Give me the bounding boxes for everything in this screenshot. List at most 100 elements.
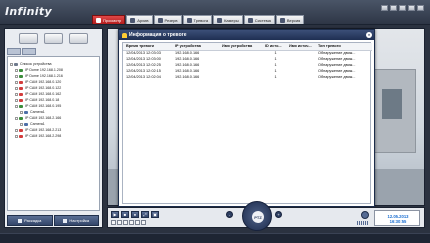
clock-time: 16:30:55	[389, 219, 407, 224]
alarm-row[interactable]: 12/04/2013 12:02:04 192.168.0.166 1 Обнаруж…	[123, 74, 372, 80]
maximize-icon[interactable]	[408, 5, 415, 11]
playback-controls: ▶ ■ ● ⤢ ▣ - + PTZ 12.05.2013 16:30:55	[107, 201, 425, 231]
favorite-button[interactable]	[69, 33, 88, 44]
layout-4-icon[interactable]	[117, 220, 122, 225]
tab-backup[interactable]: Резерв	[153, 15, 182, 24]
tab-alarm[interactable]: Тревога	[182, 15, 213, 24]
layout-16-icon[interactable]	[129, 220, 134, 225]
panel-tab-devices[interactable]	[7, 48, 21, 55]
zoom-in-icon[interactable]: +	[275, 211, 282, 218]
expand-toggle-icon[interactable]	[20, 110, 23, 114]
volume-slider[interactable]	[357, 221, 369, 225]
fullscreen-button[interactable]: ⤢	[141, 211, 149, 218]
panel-tabs	[7, 48, 37, 55]
alarm-bell-icon	[122, 32, 127, 38]
dialog-title: Информация о тревоге	[129, 32, 187, 38]
device-panel: Список устройства IP Dome 192.168.1.208 IP…	[4, 28, 103, 228]
ptz-label[interactable]: PTZ	[252, 211, 264, 223]
expand-toggle-icon[interactable]	[15, 134, 18, 138]
column-header[interactable]: Тип тревоги	[315, 43, 372, 51]
dialog-close-icon[interactable]: ×	[366, 32, 372, 38]
settings-button-label: Настройка	[69, 218, 90, 223]
settings-icon[interactable]	[390, 5, 397, 11]
play-button[interactable]: ▶	[111, 211, 119, 218]
layout-25-icon[interactable]	[135, 220, 140, 225]
device-list-button[interactable]	[19, 33, 38, 44]
info-icon	[279, 17, 285, 23]
camera-feed-object	[382, 89, 402, 119]
status-bar	[0, 233, 430, 243]
expand-toggle-icon[interactable]	[15, 128, 18, 132]
panel-footer: Раскадка Настройка	[7, 215, 100, 226]
layout-36-icon[interactable]	[141, 220, 146, 225]
column-header[interactable]: Время тревоги	[123, 43, 172, 51]
tree-item-label: IP CAM 192.168.2.298	[25, 134, 62, 138]
alarm-cell	[219, 74, 262, 80]
alarm-cell: Обнаружение движ...	[318, 75, 356, 79]
column-header[interactable]: ID исто...	[262, 43, 286, 51]
layout-button[interactable]: Раскадка	[7, 215, 53, 226]
monitor-icon	[96, 17, 101, 23]
tab-live-view[interactable]: Просмотр	[92, 15, 126, 24]
expand-toggle-icon[interactable]	[15, 104, 18, 108]
window-controls	[379, 5, 424, 11]
alarm-cell: 1	[274, 75, 277, 79]
tree-item-label: Список устройства	[20, 62, 52, 66]
expand-toggle-icon[interactable]	[15, 92, 18, 96]
settings-button[interactable]: Настройка	[53, 215, 99, 226]
tree-item-label: IP CAM 192.168.0.195	[25, 104, 62, 108]
top-bar: Infinity Просмотр Архив Резерв Тревога К…	[0, 0, 430, 25]
camera-icon	[24, 110, 28, 114]
column-header[interactable]: Имя устройства	[219, 43, 262, 51]
panel-tab-groups[interactable]	[22, 48, 36, 55]
tab-archive[interactable]: Архив	[126, 15, 153, 24]
lock-icon[interactable]	[381, 5, 388, 11]
expand-toggle-icon[interactable]	[15, 86, 18, 90]
backup-icon	[157, 17, 163, 23]
gear-icon[interactable]	[361, 211, 369, 219]
alarm-cell: 192.168.0.166	[175, 75, 200, 79]
tree-item-label: IP CAM 192.168.0.18	[25, 98, 60, 102]
tab-version[interactable]: Версия	[275, 15, 305, 24]
alarm-cell	[286, 74, 315, 80]
column-header[interactable]: IP устройства	[172, 43, 219, 51]
layout-button-label: Раскадка	[24, 218, 42, 223]
device-icon	[19, 68, 23, 72]
group-button[interactable]	[44, 33, 63, 44]
layout-selector	[111, 220, 147, 225]
device-icon	[19, 104, 23, 108]
expand-toggle-icon[interactable]	[15, 74, 18, 78]
alarm-info-dialog: Информация о тревоге × Время тревоги IP …	[118, 29, 375, 207]
snapshot-button[interactable]: ▣	[151, 211, 159, 218]
tree-item-label: IP CAM 192.168.2.213	[25, 128, 62, 132]
zoom-out-icon[interactable]: -	[226, 211, 233, 218]
layout-9-icon[interactable]	[123, 220, 128, 225]
device-icon	[19, 92, 23, 96]
expand-toggle-icon[interactable]	[15, 68, 18, 72]
device-icon	[19, 134, 23, 138]
tree-item-label: IP CAM 192.168.0.120	[25, 80, 62, 84]
tree-item-label: IP CAM 192.168.0.162	[25, 92, 62, 96]
camera-icon	[217, 17, 223, 23]
device-icon	[19, 98, 23, 102]
ptz-control[interactable]: PTZ	[242, 201, 272, 231]
device-tree: Список устройства IP Dome 192.168.1.208 IP…	[7, 56, 100, 211]
tab-cameras[interactable]: Камеры	[213, 15, 243, 24]
record-button[interactable]: ●	[131, 211, 139, 218]
stop-button[interactable]: ■	[121, 211, 129, 218]
layout-icon	[18, 218, 23, 223]
tab-system[interactable]: Система	[243, 15, 275, 24]
archive-icon	[130, 17, 136, 23]
layout-1-icon[interactable]	[111, 220, 116, 225]
expand-toggle-icon[interactable]	[20, 122, 23, 126]
expand-toggle-icon[interactable]	[15, 80, 18, 84]
close-icon[interactable]	[417, 5, 424, 11]
minimize-icon[interactable]	[399, 5, 406, 11]
tab-label: Архив	[137, 17, 149, 23]
tree-item[interactable]: IP CAM 192.168.2.298	[10, 133, 97, 139]
expand-toggle-icon[interactable]	[15, 98, 18, 102]
column-header[interactable]: Имя источ...	[286, 43, 315, 51]
expand-toggle-icon[interactable]	[15, 116, 18, 120]
alarm-table: Время тревоги IP устройства Имя устройст…	[123, 43, 372, 80]
expand-toggle-icon[interactable]	[10, 62, 13, 66]
